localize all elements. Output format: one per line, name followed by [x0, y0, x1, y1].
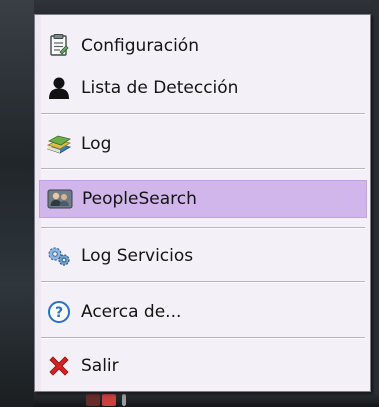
menu-separator: [41, 113, 365, 115]
menu-separator: [41, 337, 365, 339]
menu-separator: [41, 168, 365, 170]
config-document-icon: [45, 32, 73, 60]
taskbar-icon[interactable]: [122, 394, 126, 406]
taskbar-icon[interactable]: [86, 394, 100, 406]
taskbar: [34, 392, 379, 407]
books-stack-icon: [45, 130, 73, 158]
exit-x-icon: [45, 352, 73, 380]
menu-item-salir[interactable]: Salir: [39, 349, 367, 383]
menu-separator: [41, 227, 365, 229]
menu-separator: [41, 281, 365, 283]
svg-text:?: ?: [55, 305, 63, 321]
menu-item-peoplesearch[interactable]: PeopleSearch: [39, 180, 367, 218]
menu-item-lista-deteccion[interactable]: Lista de Detección: [39, 71, 367, 105]
menu-item-log[interactable]: Log: [39, 127, 367, 161]
menu-item-acerca-de[interactable]: ? Acerca de...: [39, 295, 367, 329]
menu-item-log-servicios[interactable]: Log Servicios: [39, 239, 367, 273]
person-silhouette-icon: [45, 74, 73, 102]
menu-item-label: Salir: [81, 356, 119, 376]
menu-item-label: Log: [81, 134, 112, 154]
menu-item-label: Configuración: [81, 36, 199, 56]
menu-item-label: Lista de Detección: [81, 78, 239, 98]
menu-item-label: PeopleSearch: [82, 189, 197, 209]
desktop-edge: [371, 0, 379, 407]
context-menu: Configuración Lista de Detección Log Peo…: [34, 14, 371, 392]
taskbar-icon[interactable]: [102, 394, 116, 406]
people-search-icon: [46, 185, 74, 213]
services-gear-icon: [45, 242, 73, 270]
menu-item-configuracion[interactable]: Configuración: [39, 29, 367, 63]
menu-item-label: Acerca de...: [81, 302, 182, 322]
help-question-icon: ?: [45, 298, 73, 326]
menu-item-label: Log Servicios: [81, 246, 194, 266]
